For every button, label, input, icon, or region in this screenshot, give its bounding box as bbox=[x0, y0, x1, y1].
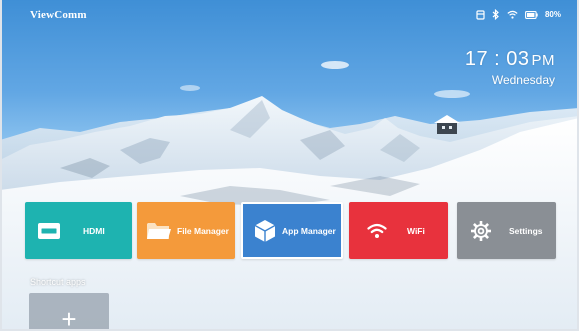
tile-hdmi[interactable]: HDMI bbox=[25, 202, 132, 259]
battery-icon bbox=[525, 10, 538, 19]
hdmi-icon bbox=[38, 222, 60, 239]
tile-settings-label: Settings bbox=[509, 225, 543, 236]
clock-weekday: Wednesday bbox=[491, 73, 555, 87]
tile-app-manager[interactable]: App Manager bbox=[241, 202, 343, 259]
clock-time: 17 : 03 PM bbox=[465, 48, 555, 71]
tile-file-manager[interactable]: File Manager bbox=[137, 202, 235, 259]
home-screen: ViewComm 80% 17 : 03 PM Wednesday HDMI Fi… bbox=[0, 0, 579, 331]
clock-time-value: 17 : 03 bbox=[464, 48, 530, 70]
tile-file-manager-label: File Manager bbox=[177, 225, 229, 236]
shortcut-apps-label: Shortcut apps bbox=[30, 277, 86, 287]
brand-logo: ViewComm bbox=[30, 9, 87, 21]
tile-app-manager-label: App Manager bbox=[282, 225, 336, 236]
tile-hdmi-label: HDMI bbox=[83, 225, 105, 236]
folder-icon bbox=[147, 222, 171, 240]
tile-wifi[interactable]: WiFi bbox=[349, 202, 448, 259]
gear-icon bbox=[470, 220, 492, 242]
plus-icon: + bbox=[61, 304, 77, 331]
wifi-signal-icon bbox=[507, 10, 518, 19]
cube-icon bbox=[255, 219, 275, 242]
usb-drive-icon bbox=[476, 9, 485, 20]
add-shortcut-button[interactable]: + bbox=[29, 293, 109, 331]
tile-wifi-label: WiFi bbox=[407, 225, 425, 236]
battery-percentage: 80% bbox=[544, 10, 561, 19]
wifi-icon bbox=[367, 223, 387, 239]
tile-settings[interactable]: Settings bbox=[457, 202, 556, 259]
clock-ampm: PM bbox=[531, 52, 555, 69]
status-bar: 80% bbox=[476, 9, 561, 20]
bluetooth-icon bbox=[492, 9, 500, 20]
